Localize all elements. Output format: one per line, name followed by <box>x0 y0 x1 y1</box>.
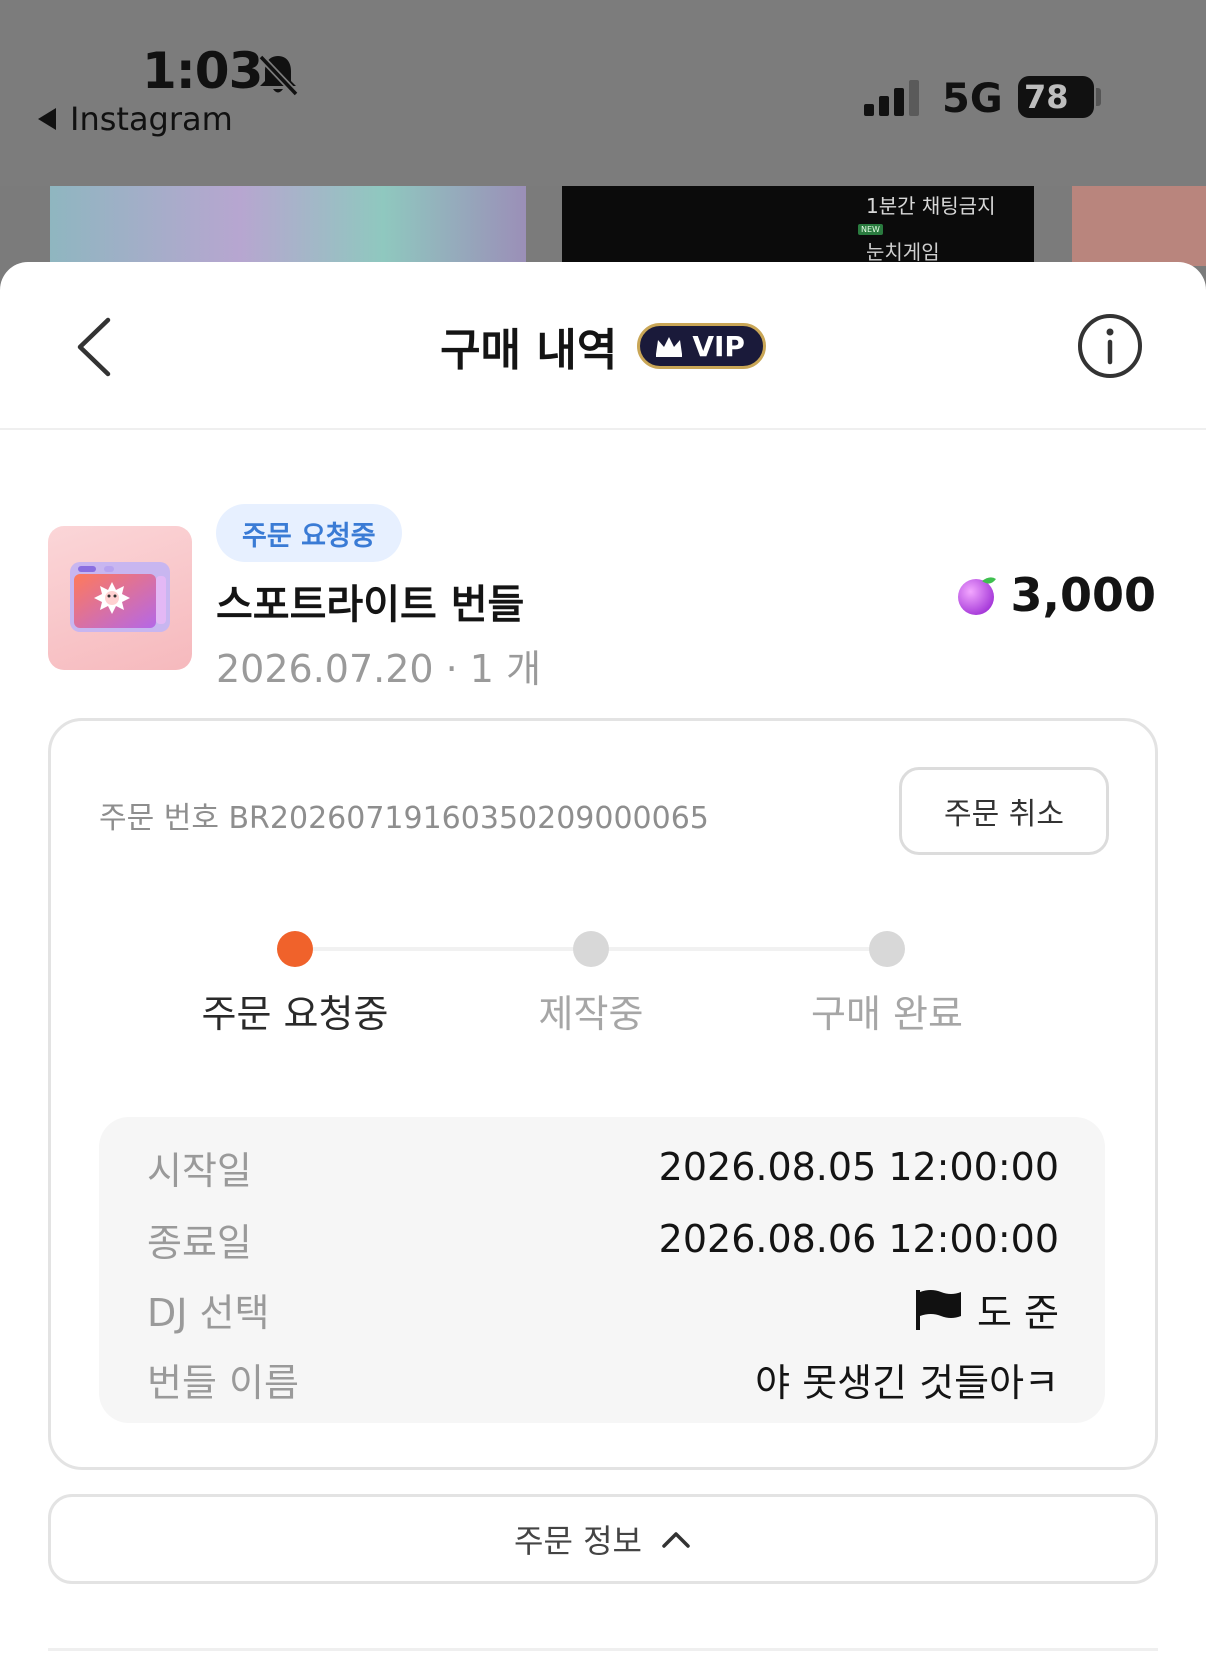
step-label-completed: 구매 완료 <box>811 992 963 1036</box>
dj-name: 도 준 <box>977 1290 1059 1335</box>
back-app-label: Instagram <box>70 100 233 138</box>
purchase-history-sheet: 구매 내역 VIP 주문 요청중 스포트라이트 번들 2026.07.20 · … <box>0 262 1206 1653</box>
order-details: 시작일 2026.08.05 12:00:00 종료일 2026.08.06 1… <box>99 1117 1105 1423</box>
order-info-label: 주문 정보 <box>514 1522 642 1560</box>
spotlight-bundle-image <box>70 562 170 632</box>
info-circle-icon[interactable] <box>1076 312 1144 380</box>
header: 구매 내역 VIP <box>0 262 1206 430</box>
black-flag-icon <box>916 1290 961 1330</box>
signal-icon <box>864 80 919 116</box>
purple-gem-icon <box>958 577 997 615</box>
detail-value: 2026.08.06 12:00:00 <box>658 1217 1059 1261</box>
background-thumbnails <box>0 186 1206 266</box>
new-badge: NEW <box>858 224 883 235</box>
vip-badge: VIP <box>637 323 766 369</box>
page-title: 구매 내역 <box>440 325 618 376</box>
battery-tip <box>1096 88 1101 106</box>
title-group: 구매 내역 VIP <box>0 316 1206 376</box>
detail-label: 종료일 <box>147 1220 252 1265</box>
divider <box>48 1648 1158 1651</box>
step-label-requested: 주문 요청중 <box>201 992 389 1036</box>
product-date-quantity: 2026.07.20 · 1 개 <box>216 647 542 691</box>
detail-label: 번들 이름 <box>147 1360 299 1405</box>
product-thumbnail <box>48 526 192 670</box>
battery-level: 78 <box>1024 78 1069 116</box>
crown-icon <box>656 337 683 357</box>
network-type: 5G <box>942 76 1003 122</box>
detail-value-dj: 도 준 <box>913 1282 1059 1337</box>
background-thumbnail <box>1072 186 1206 266</box>
chevron-up-icon <box>662 1532 690 1548</box>
step-dot-completed <box>869 931 905 967</box>
detail-value: 야 못생긴 것들아ㅋ <box>755 1360 1059 1405</box>
detail-label: DJ 선택 <box>147 1290 270 1335</box>
detail-row-bundle-name: 번들 이름 야 못생긴 것들아ㅋ <box>147 1351 1059 1407</box>
detail-row-start-date: 시작일 2026.08.05 12:00:00 <box>147 1139 1059 1195</box>
order-card: 주문 번호 BR20260719160350209000065 주문 취소 주문… <box>48 718 1158 1470</box>
step-dot-in-production <box>573 931 609 967</box>
vip-label: VIP <box>692 329 745 363</box>
cancel-order-button[interactable]: 주문 취소 <box>899 767 1109 855</box>
detail-row-dj: DJ 선택 도 준 <box>147 1281 1059 1337</box>
battery-indicator: 78 <box>1018 76 1094 118</box>
step-dot-requested <box>277 931 313 967</box>
detail-label: 시작일 <box>147 1148 252 1193</box>
thumbnail-caption: 1분간 채팅금지 <box>866 194 996 218</box>
order-info-toggle-button[interactable]: 주문 정보 <box>48 1494 1158 1584</box>
price-value: 3,000 <box>1010 568 1156 622</box>
thumbnail-caption: 눈치게임 <box>866 240 940 264</box>
detail-value: 2026.08.05 12:00:00 <box>658 1145 1059 1189</box>
background-thumbnail <box>50 186 526 266</box>
bell-slash-icon <box>258 54 299 97</box>
status-bar: 1:03 Instagram 5G 78 <box>0 0 1206 186</box>
product-name: 스포트라이트 번들 <box>216 582 525 628</box>
order-status-pill: 주문 요청중 <box>216 504 402 562</box>
clock: 1:03 <box>142 42 263 100</box>
back-to-app-link[interactable]: Instagram <box>38 100 233 138</box>
order-number: 주문 번호 BR20260719160350209000065 <box>99 801 709 836</box>
price: 3,000 <box>956 568 1156 622</box>
back-triangle-icon <box>38 108 56 130</box>
step-label-in-production: 제작중 <box>538 992 644 1036</box>
detail-row-end-date: 종료일 2026.08.06 12:00:00 <box>147 1211 1059 1267</box>
